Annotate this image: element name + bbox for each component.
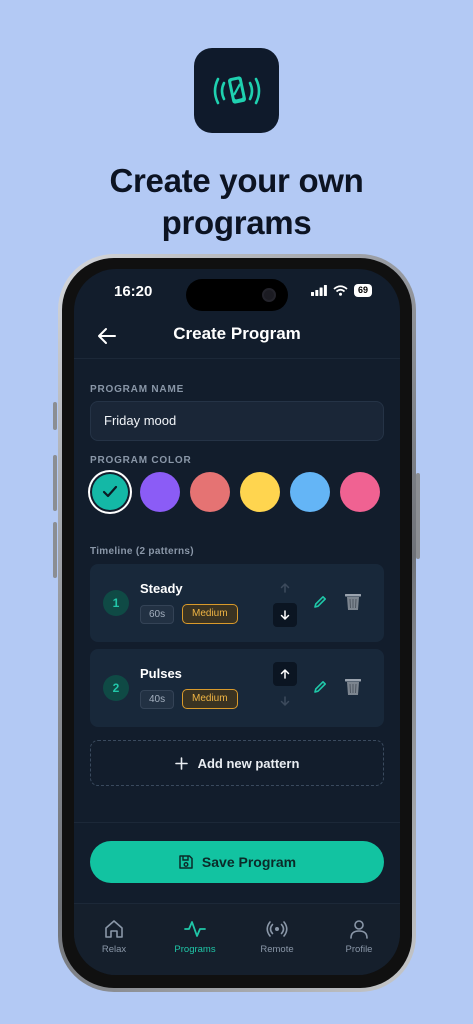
pattern-name: Pulses bbox=[140, 666, 182, 681]
pattern-intensity-badge: Medium bbox=[182, 689, 238, 709]
color-swatch-teal[interactable] bbox=[92, 474, 128, 510]
pattern-number: 2 bbox=[103, 675, 129, 701]
save-program-label: Save Program bbox=[201, 854, 297, 870]
pattern-duration-badge: 60s bbox=[140, 605, 175, 624]
timeline-label: Timeline (2 patterns) bbox=[90, 546, 194, 557]
pattern-number: 1 bbox=[103, 590, 129, 616]
phone-volume-up bbox=[53, 455, 57, 511]
phone-volume-down bbox=[53, 522, 57, 578]
promo-headline-line2: programs bbox=[161, 204, 312, 241]
promo-headline-line1: Create your own bbox=[109, 162, 364, 199]
arrow-up-icon bbox=[280, 582, 290, 593]
home-icon bbox=[105, 920, 123, 938]
battery-indicator: 69 bbox=[353, 284, 372, 297]
arrow-down-icon bbox=[280, 696, 290, 707]
tab-label: Relax bbox=[101, 944, 127, 955]
pattern-duration-badge: 40s bbox=[140, 690, 175, 709]
trash-icon[interactable] bbox=[344, 677, 362, 696]
program-name-label: PROGRAM NAME bbox=[90, 384, 185, 395]
user-icon bbox=[350, 920, 368, 939]
wifi-icon bbox=[333, 285, 348, 296]
pattern-card: 2 Pulses 40s Medium bbox=[90, 649, 384, 727]
add-pattern-button[interactable]: Add new pattern bbox=[90, 740, 384, 786]
signal-icon bbox=[310, 285, 327, 296]
status-time: 16:20 bbox=[114, 283, 153, 300]
arrow-down-icon bbox=[280, 610, 290, 621]
color-picker bbox=[90, 472, 380, 512]
divider bbox=[74, 822, 400, 823]
promo-headline: Create your own programs bbox=[0, 160, 473, 244]
move-up-button[interactable] bbox=[273, 576, 297, 600]
phone-action-button bbox=[53, 402, 57, 430]
check-icon bbox=[102, 485, 118, 498]
phone-power-button bbox=[416, 473, 420, 559]
move-up-button[interactable] bbox=[273, 662, 297, 686]
move-down-button[interactable] bbox=[273, 603, 297, 627]
tab-relax[interactable]: Relax bbox=[79, 918, 149, 955]
tab-label: Remote bbox=[260, 944, 294, 955]
tab-label: Profile bbox=[345, 944, 373, 955]
tab-programs[interactable]: Programs bbox=[160, 918, 230, 955]
app-icon bbox=[194, 48, 279, 133]
edit-icon[interactable] bbox=[312, 679, 328, 695]
program-name-input[interactable]: Friday mood bbox=[90, 401, 384, 441]
tab-label: Programs bbox=[174, 944, 216, 955]
broadcast-icon bbox=[266, 921, 288, 937]
pattern-card: 1 Steady 60s Medium bbox=[90, 564, 384, 642]
add-pattern-label: Add new pattern bbox=[197, 755, 300, 771]
program-color-label: PROGRAM COLOR bbox=[90, 455, 192, 466]
activity-icon bbox=[184, 921, 206, 937]
screen-header: Create Program bbox=[74, 319, 400, 359]
page-title: Create Program bbox=[173, 324, 301, 343]
plus-icon bbox=[174, 756, 188, 770]
dynamic-island bbox=[186, 279, 288, 311]
trash-icon[interactable] bbox=[344, 592, 362, 611]
color-swatch-pink[interactable] bbox=[340, 472, 380, 512]
status-bar: 16:20 69 bbox=[74, 269, 400, 319]
color-swatch-yellow[interactable] bbox=[240, 472, 280, 512]
move-down-button[interactable] bbox=[273, 689, 297, 713]
vibrating-phone-icon bbox=[213, 75, 260, 104]
save-program-button[interactable]: Save Program bbox=[90, 841, 384, 883]
pattern-name: Steady bbox=[140, 581, 183, 596]
pattern-intensity-badge: Medium bbox=[182, 604, 238, 624]
app-screen: 16:20 69 Create Program PROGRAM NAME Fri… bbox=[74, 269, 400, 975]
color-swatch-purple[interactable] bbox=[140, 472, 180, 512]
bottom-tab-bar: Relax Programs Remote Profile bbox=[74, 903, 400, 975]
color-swatch-blue[interactable] bbox=[290, 472, 330, 512]
floppy-disk-icon bbox=[179, 855, 193, 869]
tab-profile[interactable]: Profile bbox=[324, 918, 394, 955]
color-swatch-coral[interactable] bbox=[190, 472, 230, 512]
edit-icon[interactable] bbox=[312, 594, 328, 610]
arrow-up-icon bbox=[280, 668, 290, 679]
tab-remote[interactable]: Remote bbox=[242, 918, 312, 955]
